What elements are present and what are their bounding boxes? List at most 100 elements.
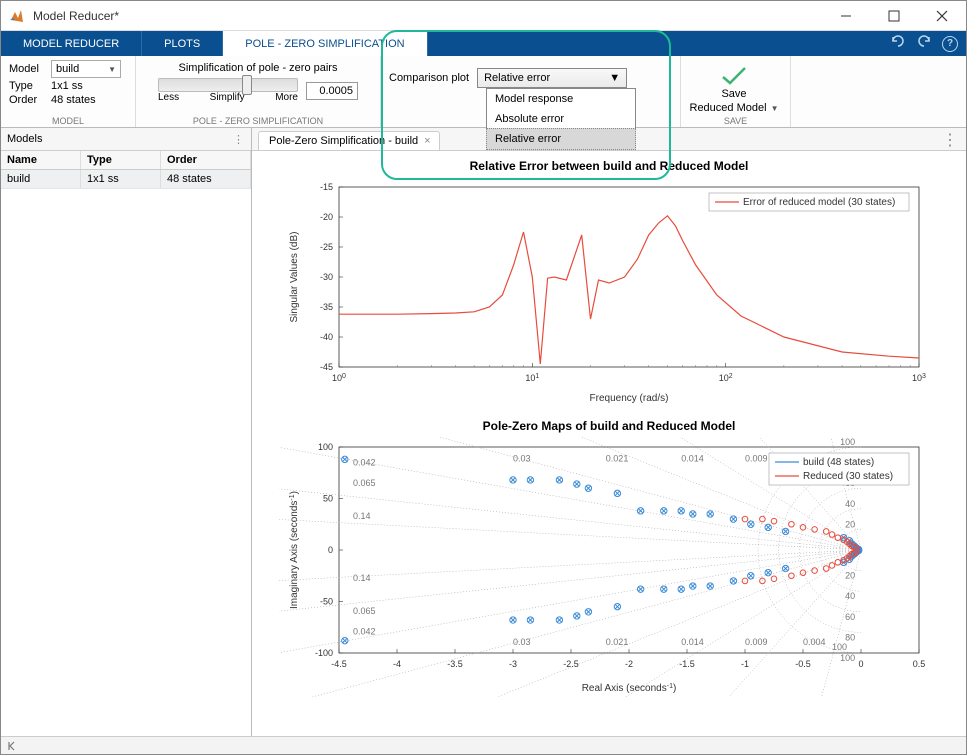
svg-text:-4: -4 <box>393 659 401 669</box>
svg-text:0: 0 <box>858 659 863 669</box>
svg-text:-100: -100 <box>315 648 333 658</box>
model-select[interactable]: build▼ <box>51 60 121 78</box>
slider-mid-label: Simplify <box>210 92 245 103</box>
relative-error-chart[interactable]: -45-40-35-30-25-20-15100101102103Frequen… <box>279 177 939 407</box>
save-reduced-model-button[interactable]: Save Reduced Model▼ <box>689 60 779 120</box>
order-label: Order <box>9 94 45 106</box>
section-label-model: MODEL <box>1 116 135 126</box>
models-panel-title: Models <box>7 133 42 145</box>
svg-text:-30: -30 <box>320 272 333 282</box>
svg-text:-45: -45 <box>320 362 333 372</box>
svg-text:-1.5: -1.5 <box>679 659 695 669</box>
svg-text:0: 0 <box>328 545 333 555</box>
dropdown-opt-model-response[interactable]: Model response <box>487 89 635 109</box>
window-title-bar: Model Reducer* <box>1 1 966 31</box>
svg-text:40: 40 <box>845 591 855 601</box>
svg-text:-3: -3 <box>509 659 517 669</box>
svg-text:-0.5: -0.5 <box>795 659 811 669</box>
svg-text:80: 80 <box>845 632 855 642</box>
col-order[interactable]: Order <box>161 151 251 169</box>
svg-text:0.014: 0.014 <box>681 453 704 463</box>
matlab-logo-icon <box>9 8 25 24</box>
svg-text:0.009: 0.009 <box>745 453 768 463</box>
svg-text:20: 20 <box>845 571 855 581</box>
tab-model-reducer[interactable]: MODEL REDUCER <box>1 31 142 56</box>
collapse-left-icon[interactable] <box>7 741 17 751</box>
svg-text:-3.5: -3.5 <box>447 659 463 669</box>
svg-text:0.021: 0.021 <box>606 637 629 647</box>
svg-text:Singular Values (dB): Singular Values (dB) <box>289 232 300 323</box>
undo-icon[interactable] <box>890 33 906 54</box>
svg-text:0.021: 0.021 <box>606 453 629 463</box>
type-value: 1x1 ss <box>51 80 127 92</box>
svg-text:102: 102 <box>719 373 733 384</box>
svg-text:-35: -35 <box>320 302 333 312</box>
svg-text:100: 100 <box>332 373 346 384</box>
svg-text:0.009: 0.009 <box>745 637 768 647</box>
svg-text:Error of reduced model (30 sta: Error of reduced model (30 states) <box>743 197 895 208</box>
svg-text:-15: -15 <box>320 182 333 192</box>
svg-text:100: 100 <box>840 437 855 447</box>
simplify-slider[interactable] <box>158 78 298 92</box>
order-value: 48 states <box>51 94 127 106</box>
models-panel: Models ⋮ Name Type Order build 1x1 ss 48… <box>1 128 252 736</box>
redo-icon[interactable] <box>916 33 932 54</box>
svg-text:-50: -50 <box>320 597 333 607</box>
slider-more-label: More <box>275 92 298 103</box>
comparison-dropdown[interactable]: Relative error▼ <box>477 68 627 88</box>
type-label: Type <box>9 80 45 92</box>
svg-text:101: 101 <box>525 373 539 384</box>
help-icon[interactable]: ? <box>942 36 958 52</box>
doc-panel-menu-icon[interactable]: ⋮ <box>934 130 966 150</box>
dropdown-opt-relative-error[interactable]: Relative error <box>486 128 636 150</box>
col-name[interactable]: Name <box>1 151 81 169</box>
svg-text:build (48 states): build (48 states) <box>803 457 874 468</box>
svg-text:0.14: 0.14 <box>353 573 371 583</box>
svg-text:0.03: 0.03 <box>513 453 531 463</box>
window-title: Model Reducer* <box>33 9 830 23</box>
svg-text:20: 20 <box>845 519 855 529</box>
svg-text:-40: -40 <box>320 332 333 342</box>
simplify-title: Simplification of pole - zero pairs <box>179 62 338 74</box>
svg-text:-2.5: -2.5 <box>563 659 579 669</box>
svg-text:100: 100 <box>318 442 333 452</box>
table-row[interactable]: build 1x1 ss 48 states <box>1 170 251 189</box>
chart1-title: Relative Error between build and Reduced… <box>264 159 954 173</box>
plots-area: Relative Error between build and Reduced… <box>252 151 966 736</box>
dropdown-opt-absolute-error[interactable]: Absolute error <box>487 109 635 129</box>
svg-text:Real Axis (seconds-1): Real Axis (seconds-1) <box>582 683 677 695</box>
svg-text:Reduced (30 states): Reduced (30 states) <box>803 471 893 482</box>
svg-text:Frequency (rad/s): Frequency (rad/s) <box>590 393 669 404</box>
section-label-simplify: POLE - ZERO SIMPLIFICATION <box>136 116 380 126</box>
document-tab[interactable]: Pole-Zero Simplification - build × <box>258 131 440 150</box>
svg-text:0.042: 0.042 <box>353 626 376 636</box>
svg-text:-4.5: -4.5 <box>331 659 347 669</box>
svg-text:0.042: 0.042 <box>353 458 376 468</box>
svg-text:40: 40 <box>845 499 855 509</box>
svg-text:103: 103 <box>912 373 926 384</box>
chart2-title: Pole-Zero Maps of build and Reduced Mode… <box>264 419 954 433</box>
svg-text:0.065: 0.065 <box>353 478 376 488</box>
main-tabstrip: MODEL REDUCER PLOTS POLE - ZERO SIMPLIFI… <box>1 31 966 56</box>
close-button[interactable] <box>926 5 958 27</box>
svg-text:100: 100 <box>840 653 855 663</box>
col-type[interactable]: Type <box>81 151 161 169</box>
slider-less-label: Less <box>158 92 179 103</box>
svg-text:Imaginary Axis (seconds-1): Imaginary Axis (seconds-1) <box>289 491 301 609</box>
svg-text:100: 100 <box>832 642 847 652</box>
tab-pole-zero-simplification[interactable]: POLE - ZERO SIMPLIFICATION <box>223 31 427 56</box>
panel-menu-icon[interactable]: ⋮ <box>233 133 245 146</box>
maximize-button[interactable] <box>878 5 910 27</box>
svg-text:-20: -20 <box>320 212 333 222</box>
svg-text:0.03: 0.03 <box>513 637 531 647</box>
svg-text:50: 50 <box>323 494 333 504</box>
close-tab-icon[interactable]: × <box>424 135 430 147</box>
model-label: Model <box>9 63 45 75</box>
section-label-save: SAVE <box>681 116 790 126</box>
pole-zero-chart[interactable]: 0.0420.0650.140.140.0650.0420.030.030.02… <box>279 437 939 697</box>
tolerance-input[interactable]: 0.0005 <box>306 82 358 100</box>
tab-plots[interactable]: PLOTS <box>142 31 223 56</box>
svg-text:0.5: 0.5 <box>913 659 926 669</box>
minimize-button[interactable] <box>830 5 862 27</box>
comparison-label: Comparison plot <box>389 72 469 84</box>
